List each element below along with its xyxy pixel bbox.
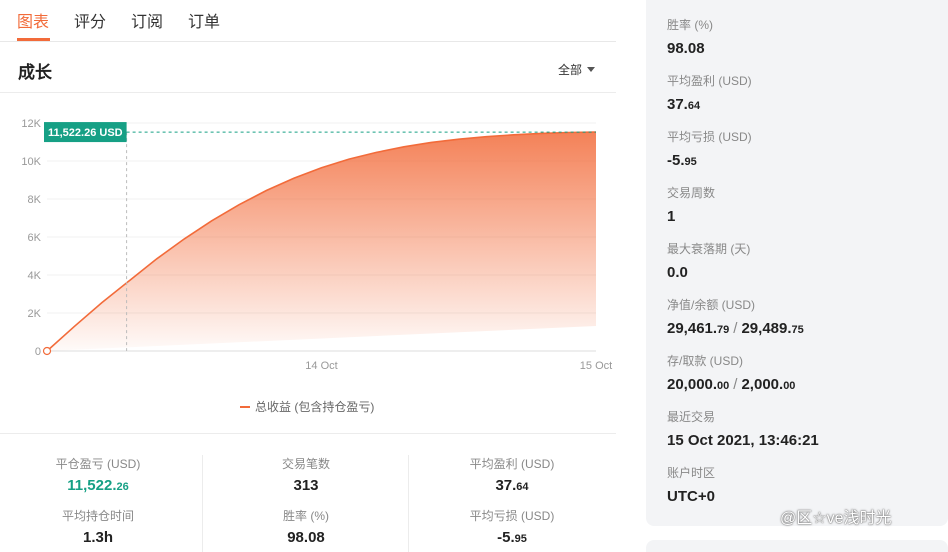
period-filter-dropdown[interactable]: 全部 (558, 61, 596, 78)
side-value: 15 Oct 2021, 13:46:21 (667, 432, 819, 449)
side-label: 最近交易 (667, 410, 716, 424)
tab-subscription[interactable]: 订阅 (131, 8, 163, 32)
side-label: 胜率 (%) (667, 18, 713, 32)
side-value: UTC+0 (667, 488, 715, 505)
side-label: 平均盈利 (USD) (667, 74, 752, 88)
growth-chart[interactable]: 0 2K 4K 6K 8K 10K 12K 14 Oct 15 Oct 11,522.26 USD (0, 93, 616, 393)
side-avg-profit: 平均盈利 (USD) 37.64 (667, 72, 752, 113)
y-tick-label: 4K (28, 270, 42, 282)
column-divider (202, 455, 203, 552)
stat-value: 98.08 (287, 529, 325, 546)
side-label: 存/取款 (USD) (667, 354, 743, 368)
caret-down-icon (587, 67, 596, 72)
side-deposit-withdraw: 存/取款 (USD) 20,000.00/2,000.00 (667, 352, 795, 393)
tab-bar: 图表 评分 订阅 订单 (0, 0, 616, 42)
y-tick-label: 2K (28, 308, 42, 320)
period-filter-label: 全部 (558, 63, 583, 77)
stat-value: 1.3h (82, 529, 113, 546)
y-tick-label: 8K (28, 194, 42, 206)
side-avg-loss: 平均亏损 (USD) -5.95 (667, 128, 752, 169)
stat-label: 平均盈利 (USD) (469, 457, 555, 471)
tab-rating[interactable]: 评分 (74, 8, 106, 32)
stat-label: 平仓盈亏 (USD) (55, 457, 141, 471)
stat-value: 11,522.26 (67, 477, 129, 494)
legend-label: 总收益 (包含持仓盈亏) (255, 400, 375, 414)
side-value: 29,461.79/29,489.75 (667, 320, 804, 337)
active-tab-indicator (17, 38, 50, 41)
side-last-trade: 最近交易 15 Oct 2021, 13:46:21 (667, 408, 819, 449)
x-tick-label: 15 Oct (580, 360, 612, 372)
watermark: @区☆ve浅时光 (780, 510, 892, 527)
side-label: 账户时区 (667, 466, 716, 480)
side-win-rate: 胜率 (%) 98.08 (667, 16, 713, 57)
side-label: 净值/余额 (USD) (667, 298, 755, 312)
side-value: 98.08 (667, 40, 705, 57)
side-label: 最大衰落期 (天) (667, 242, 751, 256)
side-value: 37.64 (667, 96, 701, 113)
series-area (47, 132, 596, 351)
stat-avg-hold: 平均持仓时间 1.3h (8, 507, 188, 546)
side-label: 平均亏损 (USD) (667, 130, 752, 144)
stat-label: 胜率 (%) (283, 509, 329, 523)
side-trade-weeks: 交易周数 1 (667, 184, 715, 225)
growth-title: 成长 (18, 63, 52, 82)
stat-avg-profit: 平均盈利 (USD) 37.64 (422, 455, 602, 494)
account-stats-panel: 胜率 (%) 98.08 平均盈利 (USD) 37.64 平均亏损 (USD)… (646, 0, 948, 526)
side-equity-balance: 净值/余额 (USD) 29,461.79/29,489.75 (667, 296, 804, 337)
divider (0, 433, 616, 434)
chart-legend[interactable]: 总收益 (包含持仓盈亏) (240, 398, 374, 415)
side-max-drawdown-period: 最大衰落期 (天) 0.0 (667, 240, 750, 281)
y-tick-label: 10K (21, 156, 41, 168)
stat-label: 平均亏损 (USD) (469, 509, 555, 523)
y-tick-label: 0 (35, 346, 41, 358)
y-tick-label: 12K (21, 118, 41, 130)
left-panel: 图表 评分 订阅 订单 成长 全部 0 2K 4K 6K 8K 10K 12K 14 Oct 1… (0, 0, 616, 552)
side-value: 20,000.00/2,000.00 (667, 376, 796, 393)
y-tick-label: 6K (28, 232, 42, 244)
stat-avg-loss: 平均亏损 (USD) -5.95 (422, 507, 602, 546)
side-value: 1 (667, 208, 676, 225)
side-value: 0.0 (667, 264, 688, 281)
stat-win-rate: 胜率 (%) 98.08 (216, 507, 396, 546)
tab-chart[interactable]: 图表 (17, 8, 49, 32)
stat-value: -5.95 (497, 529, 527, 546)
value-tooltip-label: 11,522.26 USD (48, 127, 123, 139)
x-tick-label: 14 Oct (305, 360, 337, 372)
tab-orders[interactable]: 订单 (188, 8, 220, 32)
series-start-point (42, 346, 52, 356)
side-value: -5.95 (667, 152, 697, 169)
stat-label: 平均持仓时间 (61, 509, 134, 523)
side-label: 交易周数 (667, 186, 716, 200)
column-divider (408, 455, 409, 552)
stat-closed-pl: 平仓盈亏 (USD) 11,522.26 (8, 455, 188, 494)
legend-swatch (240, 406, 250, 408)
next-card-edge (646, 540, 948, 552)
stat-label: 交易笔数 (281, 457, 330, 471)
side-timezone: 账户时区 UTC+0 (667, 464, 715, 505)
stat-trades: 交易笔数 313 (216, 455, 396, 494)
stat-value: 37.64 (495, 477, 529, 494)
stat-value: 313 (293, 477, 319, 494)
